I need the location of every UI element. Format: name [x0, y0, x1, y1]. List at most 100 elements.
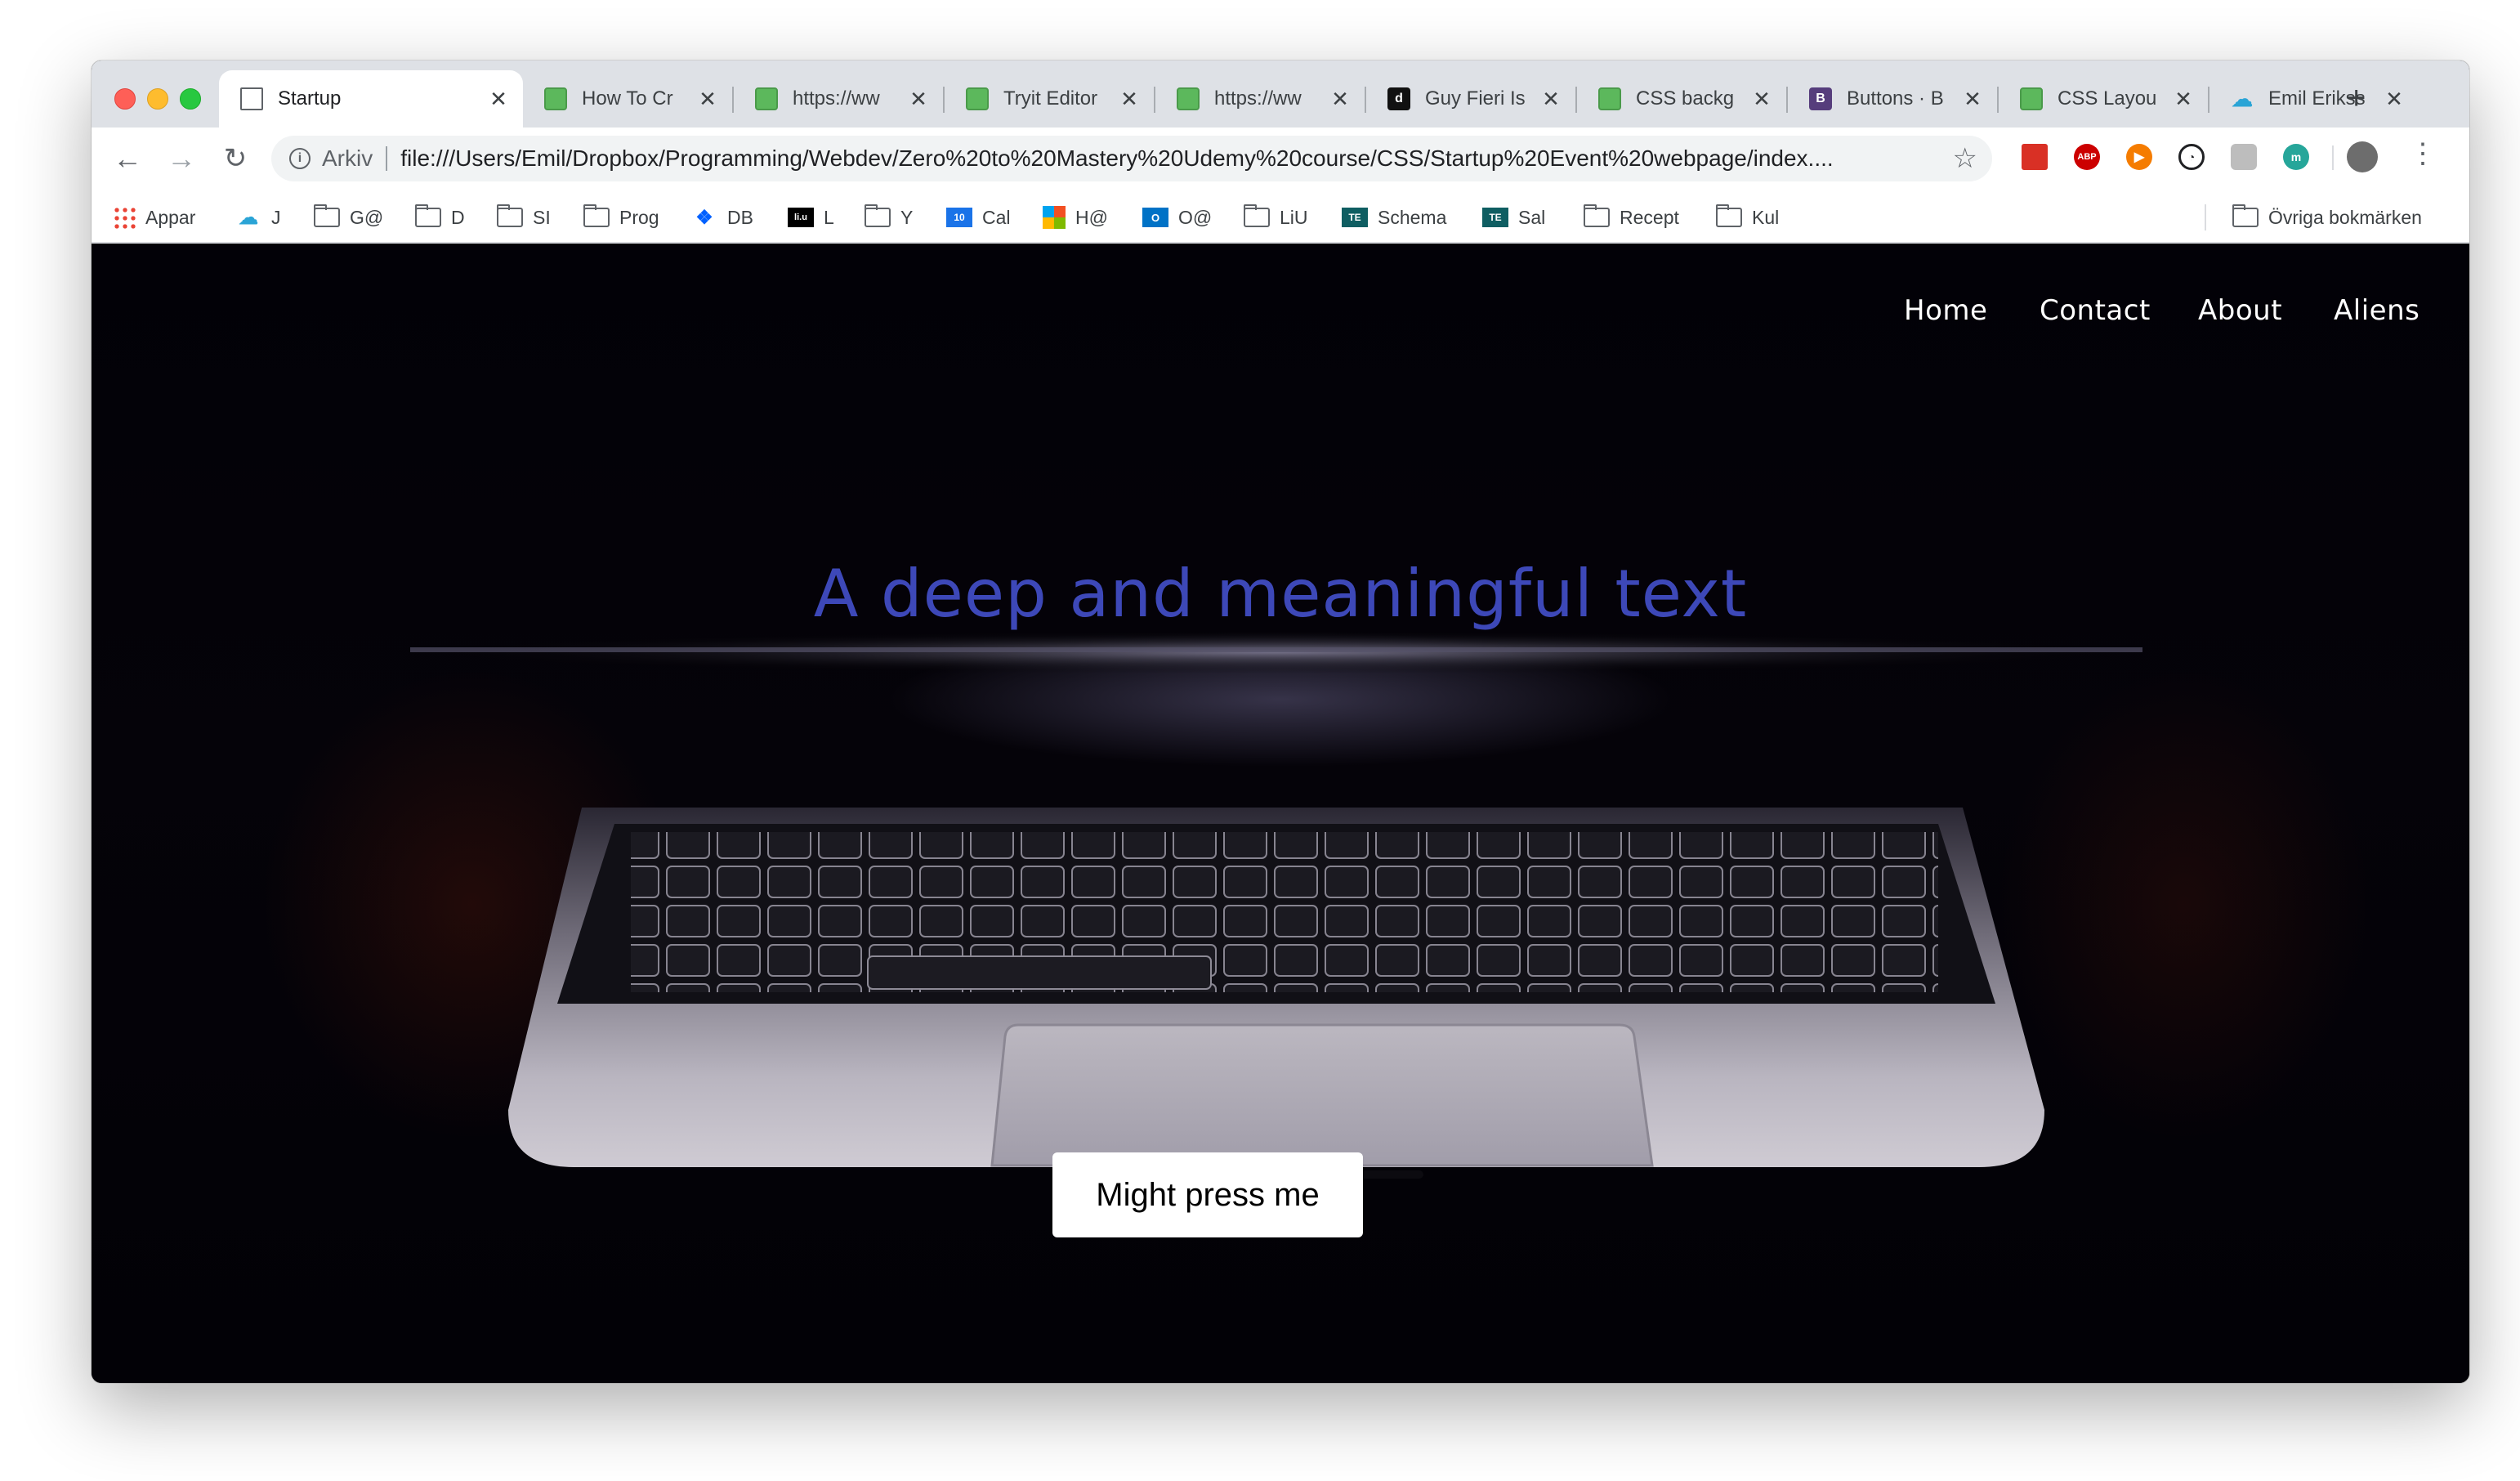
play-extension-icon[interactable]: ▶ [2126, 144, 2152, 170]
url-text[interactable]: file:///Users/Emil/Dropbox/Programming/W… [400, 145, 1952, 172]
te-icon: TE [1482, 208, 1508, 227]
bookmark-label: Cal [982, 206, 1011, 228]
close-tab-icon[interactable]: ✕ [489, 87, 508, 112]
close-tab-icon[interactable]: ✕ [1752, 87, 1772, 112]
nav-about-link[interactable]: About [2198, 294, 2282, 327]
close-tab-icon[interactable]: ✕ [2384, 87, 2404, 112]
bootstrap-icon: B [1809, 87, 1832, 110]
reload-icon[interactable]: ↻ [216, 139, 255, 178]
bookmark-schema[interactable]: TE Schema [1342, 203, 1446, 232]
d-icon: d [1387, 87, 1410, 110]
bookmark-db[interactable]: ❖ DB [691, 203, 753, 232]
close-tab-icon[interactable]: ✕ [1541, 87, 1561, 112]
bookmark-j[interactable]: ☁ J [235, 203, 281, 232]
close-tab-icon[interactable]: ✕ [1119, 87, 1139, 112]
adblock-plus-icon[interactable]: ABP [2074, 144, 2100, 170]
red-book-extension-icon[interactable] [2022, 144, 2048, 170]
bookmark-prog[interactable]: Prog [583, 203, 659, 232]
menu-icon[interactable]: ⋮ [2409, 137, 2437, 170]
close-tab-icon[interactable]: ✕ [1963, 87, 1982, 112]
nav-aliens-link[interactable]: Aliens [2334, 294, 2419, 327]
outlook-icon: O [1142, 208, 1168, 227]
bookmark-label: Schema [1378, 206, 1447, 228]
bookmark-si[interactable]: SI [497, 203, 551, 232]
bookmark-o[interactable]: O O@ [1142, 203, 1212, 232]
close-tab-icon[interactable]: ✕ [2174, 87, 2193, 112]
bookmark-kul[interactable]: Kul [1716, 203, 1779, 232]
w3schools-icon [1177, 87, 1200, 110]
bookmark-label: L [824, 206, 834, 228]
liu-icon: li.u [788, 208, 814, 227]
bookmark-label: G@ [350, 206, 384, 228]
apps-grid-icon [113, 206, 136, 229]
tab-strip: Startup ✕ How To Cr ✕ https://ww ✕ Tryit… [92, 60, 2469, 128]
nav-contact-link[interactable]: Contact [2040, 294, 2151, 327]
close-tab-icon[interactable]: ✕ [698, 87, 717, 112]
tab-guy-fieri[interactable]: d Guy Fieri Is ✕ [1366, 70, 1575, 128]
gray-extension-icon[interactable] [2231, 144, 2257, 170]
bookmark-label: O@ [1178, 206, 1213, 228]
tab-url-2[interactable]: https://ww ✕ [1155, 70, 1365, 128]
bookmark-recept[interactable]: Recept [1584, 203, 1679, 232]
bookmark-g[interactable]: G@ [314, 203, 383, 232]
close-tab-icon[interactable]: ✕ [1330, 87, 1350, 112]
w3schools-icon [1598, 87, 1621, 110]
tab-title: Startup [278, 87, 342, 110]
bookmark-label: LiU [1280, 206, 1308, 228]
teal-extension-icon[interactable]: m [2283, 144, 2309, 170]
other-bookmarks[interactable]: Övriga bokmärken [2232, 203, 2422, 232]
bookmark-label: Övriga bokmärken [2268, 206, 2422, 228]
folder-icon [415, 204, 441, 227]
tab-css-background[interactable]: CSS backg ✕ [1577, 70, 1786, 128]
bookmark-appar[interactable]: Appar [113, 203, 195, 232]
w3schools-icon [2020, 87, 2043, 110]
bookmark-label: D [451, 206, 465, 228]
folder-icon [1716, 204, 1742, 227]
close-window-button[interactable] [114, 88, 136, 110]
tab-startup[interactable]: Startup ✕ [219, 70, 523, 128]
folder-icon [1584, 204, 1610, 227]
bookmark-label: SI [533, 206, 551, 228]
w3schools-icon [755, 87, 778, 110]
zoom-window-button[interactable] [180, 88, 201, 110]
bookmark-cal[interactable]: 10 Cal [946, 203, 1011, 232]
bookmark-d[interactable]: D [415, 203, 465, 232]
tab-title: Tryit Editor [1003, 87, 1098, 110]
forward-arrow-icon[interactable]: → [162, 139, 201, 178]
new-tab-button[interactable]: + [2347, 80, 2366, 116]
back-arrow-icon[interactable]: ← [108, 139, 147, 178]
tab-title: CSS backg [1636, 87, 1735, 110]
bookmark-l[interactable]: li.u L [788, 203, 834, 232]
tab-tryit-editor[interactable]: Tryit Editor ✕ [945, 70, 1154, 128]
bookmark-label: Y [900, 206, 914, 228]
folder-icon [497, 204, 523, 227]
bookmark-label: J [271, 206, 281, 228]
laptop-image [410, 631, 2142, 1179]
nav-home-link[interactable]: Home [1904, 294, 1987, 327]
tab-url-1[interactable]: https://ww ✕ [734, 70, 943, 128]
profile-avatar[interactable] [2347, 141, 2378, 172]
w3schools-icon [544, 87, 567, 110]
folder-icon [583, 204, 610, 227]
might-press-me-button[interactable]: Might press me [1052, 1152, 1363, 1237]
bookmark-y[interactable]: Y [865, 203, 913, 232]
browser-toolbar: ← → ↻ i Arkiv file:///Users/Emil/Dropbox… [92, 128, 2469, 193]
tab-emil-eriksson[interactable]: ☁ Emil Erikss ✕ [2209, 70, 2419, 128]
clock-extension-icon[interactable]: ◔ [2178, 144, 2205, 170]
tab-how-to[interactable]: How To Cr ✕ [523, 70, 732, 128]
address-bar[interactable]: i Arkiv file:///Users/Emil/Dropbox/Progr… [271, 136, 1992, 181]
info-icon[interactable]: i [289, 148, 311, 169]
document-icon [240, 87, 263, 110]
tab-css-layout[interactable]: CSS Layou ✕ [1999, 70, 2208, 128]
close-tab-icon[interactable]: ✕ [909, 87, 928, 112]
cloud-icon: ☁ [2232, 86, 2253, 111]
bookmark-h[interactable]: H@ [1043, 203, 1108, 232]
minimize-window-button[interactable] [147, 88, 168, 110]
bookmark-star-icon[interactable]: ☆ [1953, 142, 1977, 175]
bookmark-liu[interactable]: LiU [1244, 203, 1308, 232]
folder-icon [2232, 204, 2259, 227]
folder-icon [1244, 204, 1270, 227]
bookmark-sal[interactable]: TE Sal [1482, 203, 1545, 232]
w3schools-icon [966, 87, 989, 110]
tab-buttons-bootstrap[interactable]: B Buttons · B ✕ [1788, 70, 1997, 128]
